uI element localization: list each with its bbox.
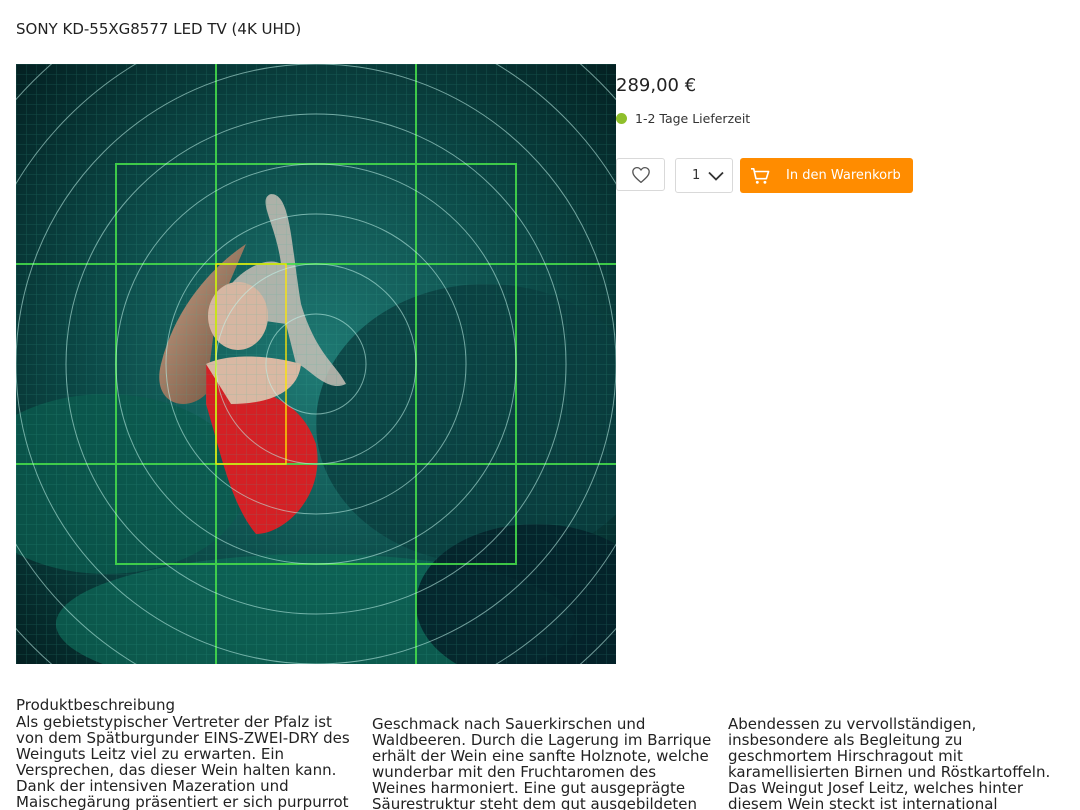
description-column-1: Als gebietstypischer Vertreter der Pfalz… [16, 713, 350, 810]
delivery-status: 1-2 Tage Lieferzeit [616, 111, 750, 126]
add-to-cart-label: In den Warenkorb [786, 168, 901, 183]
quantity-select[interactable]: 1 [675, 158, 733, 193]
shopping-cart-icon [751, 167, 770, 184]
product-photo [16, 64, 616, 664]
product-price: 289,00 € [616, 75, 697, 96]
chevron-down-icon [708, 171, 724, 181]
availability-dot [616, 113, 627, 124]
description-heading: Produktbeschreibung [16, 696, 176, 714]
heart-icon [631, 166, 650, 183]
description-column-3: Abendessen zu vervollständigen, insbeson… [728, 715, 1051, 810]
quantity-value: 1 [692, 168, 701, 183]
product-page: SONY KD-55XG8577 LED TV (4K UHD) 289,00 … [0, 0, 1080, 810]
product-image[interactable] [16, 64, 616, 664]
product-title: SONY KD-55XG8577 LED TV (4K UHD) [16, 20, 302, 38]
wishlist-button[interactable] [616, 158, 665, 191]
description-column-2: Geschmack nach Sauerkirschen und Waldbee… [372, 715, 712, 810]
delivery-time-label: 1-2 Tage Lieferzeit [635, 111, 751, 126]
add-to-cart-button[interactable]: In den Warenkorb [740, 158, 913, 193]
